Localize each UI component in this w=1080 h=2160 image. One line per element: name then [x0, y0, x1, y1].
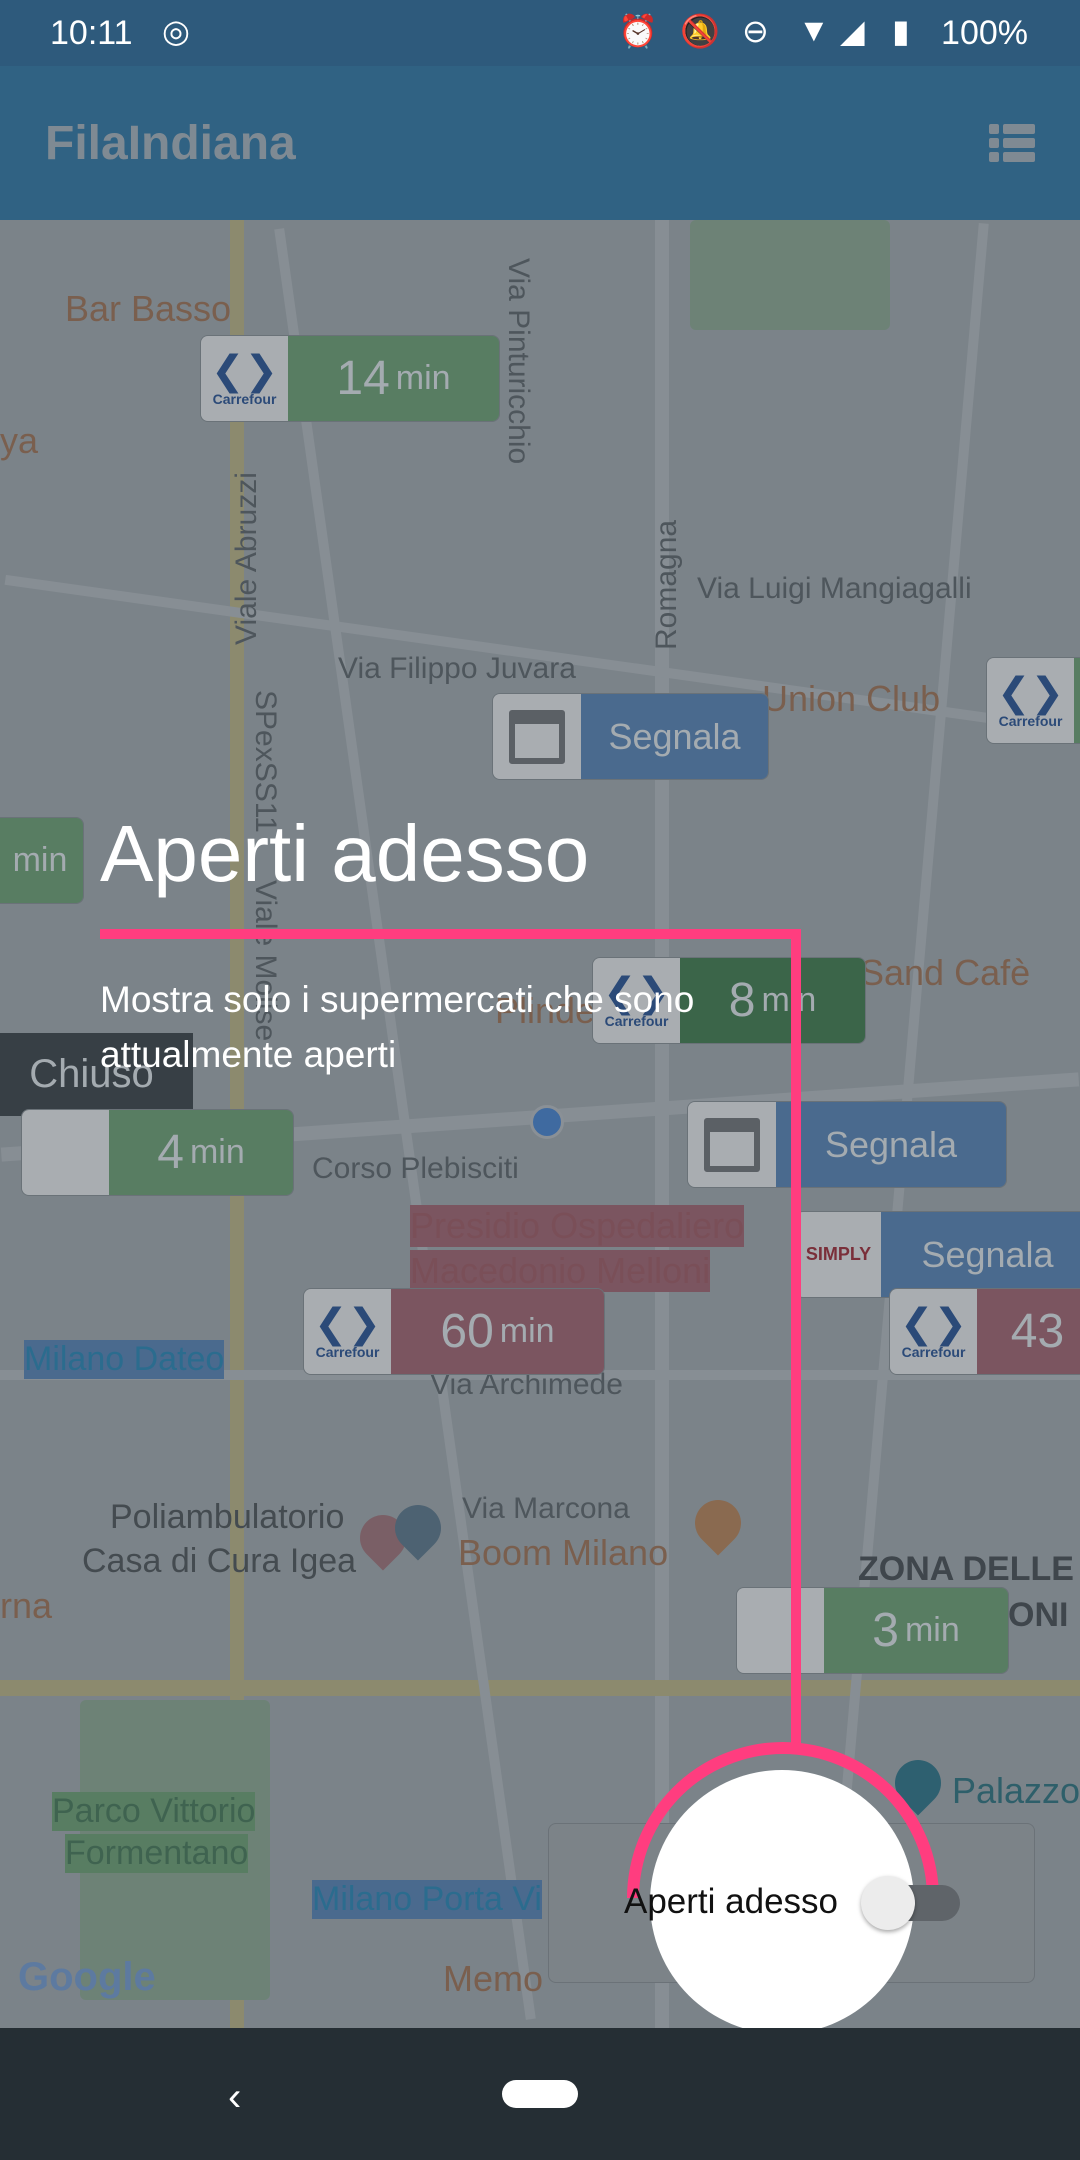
- store-marker[interactable]: Segnala: [687, 1101, 1007, 1188]
- tutorial-description: Mostra solo i supermercati che sono attu…: [100, 979, 695, 1075]
- map-label: Memo: [443, 1958, 544, 1999]
- app-bar: FilaIndiana: [0, 66, 1080, 220]
- status-bar: 10:11 ◎ ⏰ 🔕 ⊖ ▼ ◢ ▮ 100%: [0, 0, 1080, 66]
- store-marker[interactable]: ❮❯ Carrefour 14 min: [200, 335, 500, 422]
- map-label: Via Luigi Mangiagalli: [697, 572, 972, 605]
- tutorial-pointer-line: [100, 929, 801, 939]
- home-button[interactable]: [502, 2080, 578, 2108]
- map-label: Via Marcona: [462, 1492, 630, 1525]
- simply-logo: SIMPLY: [796, 1212, 881, 1297]
- back-button[interactable]: ‹: [228, 2075, 241, 2120]
- map-label: Union Club: [762, 678, 941, 719]
- shop-icon: [688, 1102, 776, 1187]
- app-title: FilaIndiana: [45, 117, 296, 170]
- map-label: Parco Vittorio: [52, 1792, 256, 1831]
- store-marker[interactable]: ❮❯ Carrefour: [986, 657, 1080, 744]
- map-view[interactable]: Bar Basso Via Pinturicchio Viale Abruzzi…: [0, 220, 1080, 2028]
- battery-level: 100%: [941, 14, 1028, 52]
- bell-off-icon: 🔕: [680, 13, 720, 49]
- map-label: rna: [0, 1585, 53, 1626]
- battery-charging-icon: ▮: [892, 13, 910, 49]
- carrefour-logo: ❮❯ Carrefour: [201, 336, 288, 421]
- google-logo: Google: [18, 1955, 156, 1999]
- store-marker[interactable]: 3 min: [736, 1587, 1009, 1674]
- map-label: ya: [0, 420, 39, 461]
- store-marker[interactable]: SIMPLY Segnala: [795, 1211, 1080, 1298]
- map-label: Corso Plebisciti: [312, 1152, 519, 1185]
- current-location-dot: [530, 1105, 564, 1139]
- map-label: Formentano: [65, 1834, 249, 1873]
- do-not-disturb-icon: ⊖: [742, 13, 769, 49]
- clock: 10:11: [50, 14, 133, 52]
- carrefour-logo: ❮❯ Carrefour: [304, 1289, 391, 1374]
- map-label: Presidio Ospedaliero: [410, 1205, 745, 1247]
- map-label: Palazzo: [952, 1770, 1080, 1811]
- map-label: Poliambulatorio: [110, 1498, 345, 1536]
- map-label: Milano Porta Vi: [312, 1880, 542, 1919]
- map-label: Sand Cafè: [860, 952, 1031, 993]
- map-label: Bar Basso: [65, 288, 232, 329]
- map-label: ONI: [1008, 1596, 1069, 1634]
- map-label: Viale Abruzzi: [230, 472, 263, 645]
- carrefour-logo: ❮❯ Carrefour: [890, 1289, 977, 1374]
- map-label: Milano Dateo: [24, 1340, 225, 1379]
- wifi-icon: ▼: [798, 12, 830, 48]
- map-label: Via Filippo Juvara: [338, 652, 576, 685]
- map-label: Romagna: [650, 519, 683, 650]
- map-label: Boom Milano: [458, 1532, 669, 1573]
- open-now-label: Aperti adesso: [624, 1882, 839, 1921]
- list-icon[interactable]: [989, 124, 1035, 162]
- cafe-pin-icon: [685, 1490, 751, 1556]
- signal-icon: ◢: [840, 13, 865, 49]
- store-marker[interactable]: ❮❯ Carrefour 43: [889, 1288, 1080, 1375]
- tutorial-pointer-line: [791, 929, 801, 1749]
- map-label: Casa di Cura Igea: [82, 1542, 357, 1580]
- carrefour-logo: ❮❯ Carrefour: [987, 658, 1074, 743]
- alarm-icon: ⏰: [618, 13, 658, 49]
- map-label: ZONA DELLE: [858, 1550, 1074, 1588]
- open-now-toggle-thumb[interactable]: [861, 1876, 915, 1930]
- tutorial-title: Aperti adesso: [100, 809, 590, 898]
- store-marker[interactable]: 4 min: [21, 1109, 294, 1196]
- store-marker[interactable]: min: [0, 817, 84, 904]
- data-saver-icon: ◎: [162, 13, 190, 49]
- shop-icon: [493, 694, 581, 779]
- map-label: Macedonio Melloni: [410, 1250, 711, 1292]
- map-label: Via Pinturicchio: [502, 258, 535, 465]
- store-marker[interactable]: ❮❯ Carrefour 60 min: [303, 1288, 605, 1375]
- store-marker[interactable]: Segnala: [492, 693, 769, 780]
